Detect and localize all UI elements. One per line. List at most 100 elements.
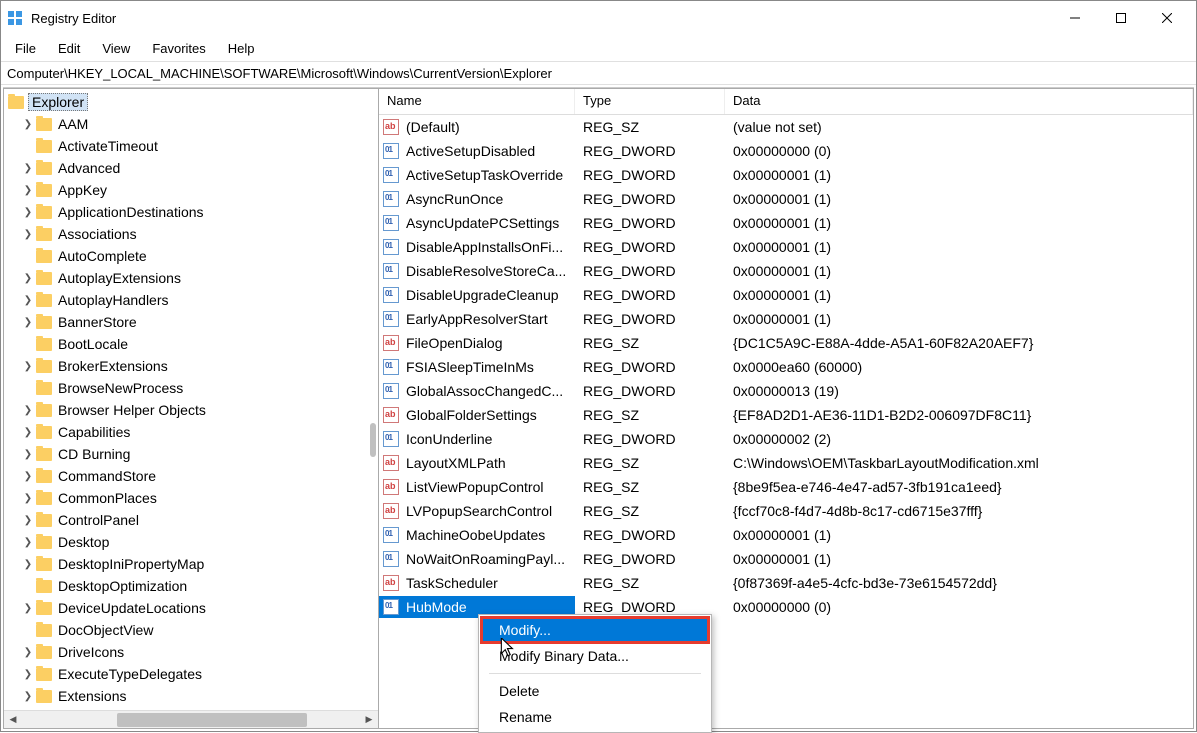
expander-icon[interactable]: ❯ (22, 207, 34, 218)
value-row[interactable]: DisableAppInstallsOnFi...REG_DWORD0x0000… (379, 235, 1193, 259)
expander-icon[interactable]: ❯ (22, 405, 34, 416)
column-type[interactable]: Type (575, 89, 725, 114)
column-name[interactable]: Name (379, 89, 575, 114)
address-bar[interactable]: Computer\HKEY_LOCAL_MACHINE\SOFTWARE\Mic… (1, 61, 1196, 85)
expander-icon[interactable]: ❯ (22, 515, 34, 526)
maximize-button[interactable] (1098, 1, 1144, 35)
value-row[interactable]: IconUnderlineREG_DWORD0x00000002 (2) (379, 427, 1193, 451)
tree-item[interactable]: ❯CommonPlaces (22, 487, 378, 509)
tree-vscrollbar-thumb[interactable] (370, 423, 376, 457)
value-row[interactable]: DisableResolveStoreCa...REG_DWORD0x00000… (379, 259, 1193, 283)
value-row[interactable]: (Default)REG_SZ(value not set) (379, 115, 1193, 139)
value-row[interactable]: GlobalAssocChangedC...REG_DWORD0x0000001… (379, 379, 1193, 403)
tree-item[interactable]: ❯ControlPanel (22, 509, 378, 531)
tree-item[interactable]: ❯Associations (22, 223, 378, 245)
context-rename[interactable]: Rename (481, 704, 709, 730)
folder-icon (36, 338, 52, 351)
value-row[interactable]: TaskSchedulerREG_SZ{0f87369f-a4e5-4cfc-b… (379, 571, 1193, 595)
expander-icon[interactable]: ❯ (22, 559, 34, 570)
value-row[interactable]: FileOpenDialogREG_SZ{DC1C5A9C-E88A-4dde-… (379, 331, 1193, 355)
tree-item[interactable]: ❯Browser Helper Objects (22, 399, 378, 421)
dword-value-icon (383, 431, 399, 447)
tree-item[interactable]: ❯BrokerExtensions (22, 355, 378, 377)
menu-edit[interactable]: Edit (48, 39, 90, 58)
expander-icon[interactable]: ❯ (22, 427, 34, 438)
expander-icon[interactable]: ❯ (22, 229, 34, 240)
scroll-right-icon[interactable]: ▶ (360, 711, 378, 729)
tree-item-label: BootLocale (58, 336, 128, 352)
tree-item[interactable]: ❯ActivateTimeout (22, 135, 378, 157)
value-row[interactable]: AsyncRunOnceREG_DWORD0x00000001 (1) (379, 187, 1193, 211)
tree-item[interactable]: ❯CD Burning (22, 443, 378, 465)
expander-icon[interactable]: ❯ (22, 317, 34, 328)
minimize-button[interactable] (1052, 1, 1098, 35)
scroll-thumb[interactable] (117, 713, 307, 727)
value-row[interactable]: LayoutXMLPathREG_SZC:\Windows\OEM\Taskba… (379, 451, 1193, 475)
tree-item[interactable]: ❯Desktop (22, 531, 378, 553)
expander-icon[interactable]: ❯ (22, 185, 34, 196)
tree-item[interactable]: ❯ExecuteTypeDelegates (22, 663, 378, 685)
tree-item[interactable]: ❯Advanced (22, 157, 378, 179)
menu-help[interactable]: Help (218, 39, 265, 58)
tree-item[interactable]: ❯ApplicationDestinations (22, 201, 378, 223)
tree-item-label: BannerStore (58, 314, 137, 330)
expander-icon[interactable]: ❯ (22, 603, 34, 614)
expander-icon[interactable]: ❯ (22, 119, 34, 130)
context-modify[interactable]: Modify... (480, 616, 710, 644)
tree-item[interactable]: ❯ BannerStore (22, 311, 378, 333)
expander-icon[interactable]: ❯ (22, 295, 34, 306)
value-row[interactable]: EarlyAppResolverStartREG_DWORD0x00000001… (379, 307, 1193, 331)
tree-item[interactable]: ❯CommandStore (22, 465, 378, 487)
tree-item[interactable]: ❯DeviceUpdateLocations (22, 597, 378, 619)
expander-icon[interactable]: ❯ (22, 361, 34, 372)
scroll-track[interactable] (22, 711, 360, 729)
tree-item[interactable]: ❯Capabilities (22, 421, 378, 443)
menu-favorites[interactable]: Favorites (142, 39, 215, 58)
value-row[interactable]: GlobalFolderSettingsREG_SZ{EF8AD2D1-AE36… (379, 403, 1193, 427)
cell-type: REG_SZ (575, 575, 725, 591)
context-delete[interactable]: Delete (481, 678, 709, 704)
value-row[interactable]: NoWaitOnRoamingPayl...REG_DWORD0x0000000… (379, 547, 1193, 571)
expander-icon[interactable]: ❯ (22, 537, 34, 548)
tree-root-explorer[interactable]: Explorer (8, 91, 378, 113)
expander-icon[interactable]: ❯ (22, 471, 34, 482)
expander-icon[interactable]: ❯ (22, 449, 34, 460)
folder-icon (36, 492, 52, 505)
tree-item[interactable]: ❯BrowseNewProcess (22, 377, 378, 399)
tree-item[interactable]: ❯AutoplayHandlers (22, 289, 378, 311)
tree-item[interactable]: ❯DesktopIniPropertyMap (22, 553, 378, 575)
expander-icon[interactable]: ❯ (22, 669, 34, 680)
value-row[interactable]: FSIASleepTimeInMsREG_DWORD0x0000ea60 (60… (379, 355, 1193, 379)
value-row[interactable]: DisableUpgradeCleanupREG_DWORD0x00000001… (379, 283, 1193, 307)
tree-item[interactable]: ❯AutoComplete (22, 245, 378, 267)
tree-item[interactable]: ❯DocObjectView (22, 619, 378, 641)
tree-hscrollbar[interactable]: ◀ ▶ (4, 710, 378, 728)
value-name: LayoutXMLPath (403, 454, 509, 472)
menu-view[interactable]: View (92, 39, 140, 58)
tree-item[interactable]: ❯AutoplayExtensions (22, 267, 378, 289)
value-row[interactable]: AsyncUpdatePCSettingsREG_DWORD0x00000001… (379, 211, 1193, 235)
expander-icon[interactable]: ❯ (22, 691, 34, 702)
tree-item[interactable]: ❯AAM (22, 113, 378, 135)
context-modify-binary[interactable]: Modify Binary Data... (481, 643, 709, 669)
tree-item[interactable]: ❯DesktopOptimization (22, 575, 378, 597)
tree-item[interactable]: ❯Extensions (22, 685, 378, 707)
menu-file[interactable]: File (5, 39, 46, 58)
value-row[interactable]: MachineOobeUpdatesREG_DWORD0x00000001 (1… (379, 523, 1193, 547)
scroll-left-icon[interactable]: ◀ (4, 711, 22, 729)
expander-icon[interactable]: ❯ (22, 163, 34, 174)
expander-icon[interactable]: ❯ (22, 493, 34, 504)
value-row[interactable]: ActiveSetupTaskOverrideREG_DWORD0x000000… (379, 163, 1193, 187)
column-data[interactable]: Data (725, 89, 1193, 114)
close-button[interactable] (1144, 1, 1190, 35)
tree-item[interactable]: ❯BootLocale (22, 333, 378, 355)
tree-item[interactable]: ❯AppKey (22, 179, 378, 201)
value-row[interactable]: ActiveSetupDisabledREG_DWORD0x00000000 (… (379, 139, 1193, 163)
expander-icon[interactable]: ❯ (22, 647, 34, 658)
expander-icon[interactable]: ❯ (22, 273, 34, 284)
cell-name: ActiveSetupTaskOverride (379, 164, 575, 186)
tree-pane[interactable]: Explorer ❯AAM❯ActivateTimeout❯Advanced❯A… (3, 88, 379, 729)
value-row[interactable]: ListViewPopupControlREG_SZ{8be9f5ea-e746… (379, 475, 1193, 499)
tree-item[interactable]: ❯DriveIcons (22, 641, 378, 663)
value-row[interactable]: LVPopupSearchControlREG_SZ{fccf70c8-f4d7… (379, 499, 1193, 523)
